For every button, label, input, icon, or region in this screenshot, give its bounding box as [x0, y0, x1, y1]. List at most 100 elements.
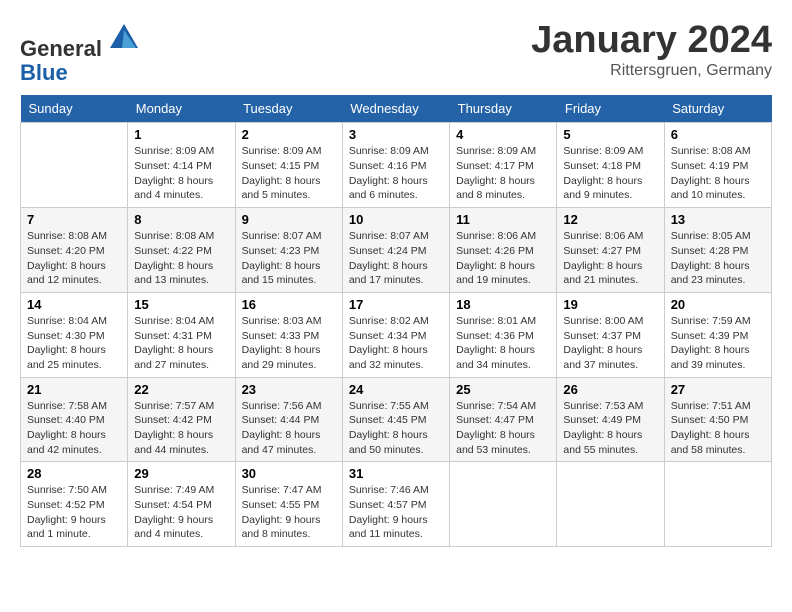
- cell-info: Sunrise: 8:03 AMSunset: 4:33 PMDaylight:…: [242, 315, 322, 371]
- location-subtitle: Rittersgruen, Germany: [531, 62, 772, 80]
- month-title: January 2024: [531, 20, 772, 62]
- cell-info: Sunrise: 7:51 AMSunset: 4:50 PMDaylight:…: [671, 400, 751, 456]
- day-number: 23: [242, 382, 336, 397]
- day-number: 4: [456, 127, 550, 142]
- calendar-cell: 16Sunrise: 8:03 AMSunset: 4:33 PMDayligh…: [235, 292, 342, 377]
- day-number: 8: [134, 212, 228, 227]
- cell-info: Sunrise: 8:06 AMSunset: 4:26 PMDaylight:…: [456, 230, 536, 286]
- logo-blue: Blue: [20, 60, 68, 85]
- calendar-cell: 21 Sunrise: 7:58 AMSunset: 4:40 PMDayligh…: [21, 377, 128, 462]
- title-block: January 2024 Rittersgruen, Germany: [531, 20, 772, 80]
- cell-info: Sunrise: 8:07 AMSunset: 4:23 PMDaylight:…: [242, 230, 322, 286]
- calendar-cell: 27 Sunrise: 7:51 AMSunset: 4:50 PMDayligh…: [664, 377, 771, 462]
- cell-info: Sunrise: 8:05 AMSunset: 4:28 PMDaylight:…: [671, 230, 751, 286]
- day-number: 5: [563, 127, 657, 142]
- day-number: 7: [27, 212, 121, 227]
- calendar-cell: 28 Sunrise: 7:50 AMSunset: 4:52 PMDayligh…: [21, 462, 128, 547]
- cell-info: Sunrise: 8:04 AMSunset: 4:30 PMDaylight:…: [27, 315, 107, 371]
- day-number: 3: [349, 127, 443, 142]
- calendar-cell: [557, 462, 664, 547]
- day-number: 10: [349, 212, 443, 227]
- calendar-header-row: SundayMondayTuesdayWednesdayThursdayFrid…: [21, 95, 772, 123]
- header-wednesday: Wednesday: [342, 95, 449, 123]
- day-number: 13: [671, 212, 765, 227]
- header-monday: Monday: [128, 95, 235, 123]
- calendar-cell: 4 Sunrise: 8:09 AMSunset: 4:17 PMDaylight…: [450, 123, 557, 208]
- calendar-cell: 6 Sunrise: 8:08 AMSunset: 4:19 PMDaylight…: [664, 123, 771, 208]
- calendar-cell: 14 Sunrise: 8:04 AMSunset: 4:30 PMDayligh…: [21, 292, 128, 377]
- cell-info: Sunrise: 8:00 AMSunset: 4:37 PMDaylight:…: [563, 315, 643, 371]
- day-number: 21: [27, 382, 121, 397]
- day-number: 11: [456, 212, 550, 227]
- day-number: 28: [27, 466, 121, 481]
- week-row-3: 14 Sunrise: 8:04 AMSunset: 4:30 PMDayligh…: [21, 292, 772, 377]
- calendar-cell: 3Sunrise: 8:09 AMSunset: 4:16 PMDaylight…: [342, 123, 449, 208]
- calendar-table: SundayMondayTuesdayWednesdayThursdayFrid…: [20, 95, 772, 547]
- cell-info: Sunrise: 7:46 AMSunset: 4:57 PMDaylight:…: [349, 484, 429, 540]
- week-row-5: 28 Sunrise: 7:50 AMSunset: 4:52 PMDayligh…: [21, 462, 772, 547]
- day-number: 2: [242, 127, 336, 142]
- day-number: 17: [349, 297, 443, 312]
- day-number: 9: [242, 212, 336, 227]
- calendar-cell: 18 Sunrise: 8:01 AMSunset: 4:36 PMDayligh…: [450, 292, 557, 377]
- logo: General Blue: [20, 20, 142, 85]
- cell-info: Sunrise: 7:58 AMSunset: 4:40 PMDaylight:…: [27, 400, 107, 456]
- cell-info: Sunrise: 7:57 AMSunset: 4:42 PMDaylight:…: [134, 400, 214, 456]
- calendar-cell: 15 Sunrise: 8:04 AMSunset: 4:31 PMDayligh…: [128, 292, 235, 377]
- calendar-cell: [450, 462, 557, 547]
- calendar-cell: 1 Sunrise: 8:09 AMSunset: 4:14 PMDaylight…: [128, 123, 235, 208]
- calendar-cell: 22Sunrise: 7:57 AMSunset: 4:42 PMDayligh…: [128, 377, 235, 462]
- calendar-body: 1 Sunrise: 8:09 AMSunset: 4:14 PMDaylight…: [21, 123, 772, 547]
- calendar-cell: 13 Sunrise: 8:05 AMSunset: 4:28 PMDayligh…: [664, 208, 771, 293]
- calendar-cell: 31 Sunrise: 7:46 AMSunset: 4:57 PMDayligh…: [342, 462, 449, 547]
- calendar-cell: 23 Sunrise: 7:56 AMSunset: 4:44 PMDayligh…: [235, 377, 342, 462]
- cell-info: Sunrise: 7:55 AMSunset: 4:45 PMDaylight:…: [349, 400, 429, 456]
- page-header: General Blue January 2024 Rittersgruen, …: [20, 20, 772, 85]
- cell-info: Sunrise: 8:08 AMSunset: 4:19 PMDaylight:…: [671, 145, 751, 201]
- week-row-2: 7 Sunrise: 8:08 AMSunset: 4:20 PMDaylight…: [21, 208, 772, 293]
- day-number: 26: [563, 382, 657, 397]
- day-number: 24: [349, 382, 443, 397]
- day-number: 30: [242, 466, 336, 481]
- day-number: 1: [134, 127, 228, 142]
- calendar-cell: [21, 123, 128, 208]
- week-row-4: 21 Sunrise: 7:58 AMSunset: 4:40 PMDayligh…: [21, 377, 772, 462]
- day-number: 31: [349, 466, 443, 481]
- cell-info: Sunrise: 7:53 AMSunset: 4:49 PMDaylight:…: [563, 400, 643, 456]
- day-number: 18: [456, 297, 550, 312]
- cell-info: Sunrise: 8:01 AMSunset: 4:36 PMDaylight:…: [456, 315, 536, 371]
- day-number: 19: [563, 297, 657, 312]
- cell-info: Sunrise: 8:08 AMSunset: 4:20 PMDaylight:…: [27, 230, 107, 286]
- cell-info: Sunrise: 7:59 AMSunset: 4:39 PMDaylight:…: [671, 315, 751, 371]
- calendar-cell: [664, 462, 771, 547]
- day-number: 27: [671, 382, 765, 397]
- header-friday: Friday: [557, 95, 664, 123]
- calendar-cell: 30 Sunrise: 7:47 AMSunset: 4:55 PMDayligh…: [235, 462, 342, 547]
- cell-info: Sunrise: 7:56 AMSunset: 4:44 PMDaylight:…: [242, 400, 322, 456]
- cell-info: Sunrise: 7:49 AMSunset: 4:54 PMDaylight:…: [134, 484, 214, 540]
- cell-info: Sunrise: 7:47 AMSunset: 4:55 PMDaylight:…: [242, 484, 322, 540]
- week-row-1: 1 Sunrise: 8:09 AMSunset: 4:14 PMDaylight…: [21, 123, 772, 208]
- cell-info: Sunrise: 8:09 AMSunset: 4:15 PMDaylight:…: [242, 145, 322, 201]
- day-number: 20: [671, 297, 765, 312]
- cell-info: Sunrise: 8:02 AMSunset: 4:34 PMDaylight:…: [349, 315, 429, 371]
- day-number: 14: [27, 297, 121, 312]
- calendar-cell: 11 Sunrise: 8:06 AMSunset: 4:26 PMDayligh…: [450, 208, 557, 293]
- cell-info: Sunrise: 7:50 AMSunset: 4:52 PMDaylight:…: [27, 484, 107, 540]
- calendar-cell: 17 Sunrise: 8:02 AMSunset: 4:34 PMDayligh…: [342, 292, 449, 377]
- cell-info: Sunrise: 8:09 AMSunset: 4:14 PMDaylight:…: [134, 145, 214, 201]
- day-number: 6: [671, 127, 765, 142]
- logo-icon: [106, 20, 142, 56]
- calendar-cell: 7 Sunrise: 8:08 AMSunset: 4:20 PMDaylight…: [21, 208, 128, 293]
- day-number: 15: [134, 297, 228, 312]
- calendar-cell: 10 Sunrise: 8:07 AMSunset: 4:24 PMDayligh…: [342, 208, 449, 293]
- cell-info: Sunrise: 8:04 AMSunset: 4:31 PMDaylight:…: [134, 315, 214, 371]
- calendar-cell: 19 Sunrise: 8:00 AMSunset: 4:37 PMDayligh…: [557, 292, 664, 377]
- cell-info: Sunrise: 7:54 AMSunset: 4:47 PMDaylight:…: [456, 400, 536, 456]
- calendar-cell: 29 Sunrise: 7:49 AMSunset: 4:54 PMDayligh…: [128, 462, 235, 547]
- cell-info: Sunrise: 8:09 AMSunset: 4:17 PMDaylight:…: [456, 145, 536, 201]
- logo-general: General: [20, 36, 102, 61]
- day-number: 29: [134, 466, 228, 481]
- header-tuesday: Tuesday: [235, 95, 342, 123]
- cell-info: Sunrise: 8:07 AMSunset: 4:24 PMDaylight:…: [349, 230, 429, 286]
